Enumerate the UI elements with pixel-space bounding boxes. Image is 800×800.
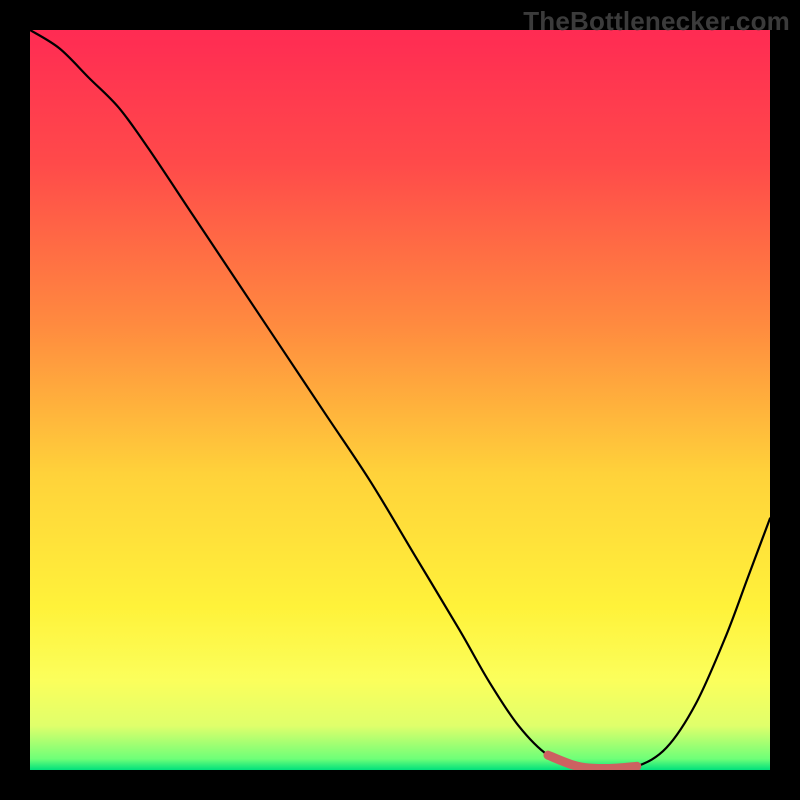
curve-layer [30,30,770,770]
bottleneck-curve [30,30,770,769]
plot-area [30,30,770,770]
ideal-band-highlight [548,755,637,768]
chart-container: TheBottlenecker.com [0,0,800,800]
watermark-text: TheBottlenecker.com [523,6,790,37]
